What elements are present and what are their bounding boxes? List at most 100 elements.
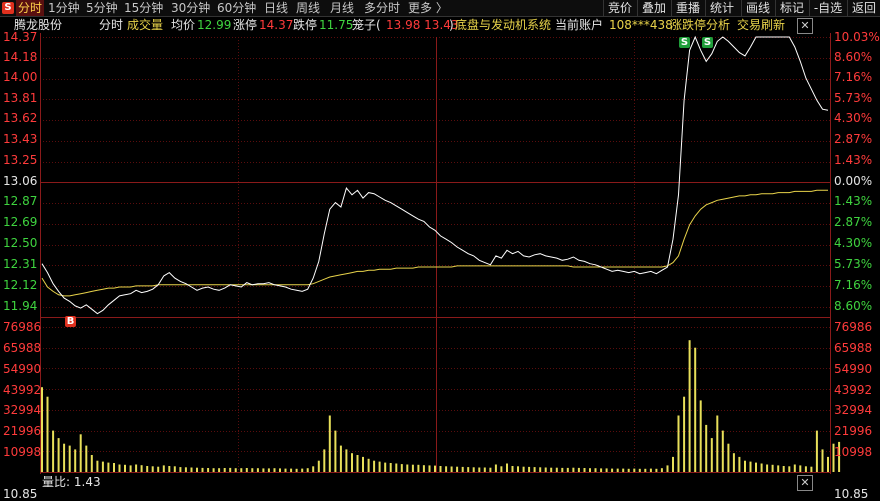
volume-bar (129, 465, 132, 472)
volume-bar (256, 468, 259, 472)
volume-bar (367, 458, 370, 472)
volume-bar (146, 466, 149, 472)
volume-tick: 10998 (834, 445, 873, 459)
price-line (41, 35, 829, 315)
sell-marker[interactable]: S (679, 37, 690, 48)
volume-bar (699, 400, 702, 472)
volume-bar (738, 456, 741, 472)
price-tick: 11.94 (3, 299, 38, 313)
percent-tick: 4.30% (834, 236, 873, 250)
volume-bar (777, 465, 780, 472)
intraday-chart[interactable] (0, 0, 880, 498)
volume-bar (74, 449, 77, 472)
volume-bar (140, 465, 143, 472)
volume-bar (483, 467, 486, 472)
volume-bar (522, 466, 525, 472)
volume-tick: 10998 (3, 445, 42, 459)
volume-bar (804, 466, 807, 472)
volume-bar (478, 467, 481, 472)
volume-bar (218, 468, 221, 472)
volume-bar (517, 466, 519, 472)
volume-bar (539, 467, 542, 472)
volume-bar (810, 466, 813, 472)
volume-bar (384, 462, 387, 472)
volume-bar (600, 468, 603, 472)
volume-ratio-label: 量比: (42, 475, 71, 489)
percent-tick: 1.43% (834, 194, 873, 208)
volume-bar (494, 464, 497, 472)
volume-bar (295, 468, 298, 472)
bottom-scale-value-right: 10.85 (834, 487, 869, 501)
volume-bar (594, 468, 597, 472)
volume-bar (500, 466, 503, 472)
volume-bar (101, 461, 104, 472)
volume-tick: 21996 (834, 424, 873, 438)
percent-tick: 1.43% (834, 153, 873, 167)
buy-marker[interactable]: B (65, 316, 76, 327)
volume-bar (223, 468, 226, 472)
volume-bar (351, 453, 353, 472)
volume-bar (168, 466, 171, 472)
volume-bar (428, 465, 431, 472)
volume-bar (815, 430, 818, 472)
volume-bar (57, 438, 60, 472)
price-tick: 12.69 (3, 215, 38, 229)
volume-bar (41, 387, 43, 472)
volume-bar (124, 464, 126, 472)
volume-tick: 76986 (3, 320, 42, 334)
price-tick: 13.43 (3, 132, 38, 146)
volume-bar (489, 467, 492, 472)
volume-bar (173, 466, 176, 472)
volume-bar (151, 466, 154, 472)
volume-tick: 32994 (834, 403, 873, 417)
chart-grid (40, 33, 831, 474)
volume-bar (622, 468, 625, 472)
volume-bar (212, 468, 215, 472)
volume-bar (262, 468, 265, 472)
price-tick: 14.18 (3, 50, 38, 64)
volume-bar (749, 461, 752, 472)
volume-bar (799, 465, 802, 472)
volume-tick: 54990 (834, 362, 873, 376)
price-tick: 12.50 (3, 236, 38, 250)
percent-tick: 4.30% (834, 111, 873, 125)
volume-bar (544, 467, 547, 472)
volume-tick: 43992 (834, 383, 873, 397)
volume-bar (411, 464, 414, 472)
percent-tick: 7.16% (834, 70, 873, 84)
volume-bar (683, 396, 686, 472)
volume-bar (68, 445, 71, 472)
volume-bar (760, 463, 763, 472)
volume-bar (328, 415, 331, 472)
volume-bar (439, 466, 442, 472)
volume-bar (660, 468, 663, 472)
sell-marker[interactable]: S (702, 37, 713, 48)
volume-tick: 43992 (3, 383, 42, 397)
volume-bar (666, 465, 669, 472)
volume-bar (196, 467, 198, 472)
volume-bar (461, 466, 464, 472)
volume-bar (400, 464, 403, 472)
volume-bar (511, 466, 514, 472)
volume-bar (721, 430, 724, 472)
price-tick: 14.37 (3, 30, 38, 44)
close-indicator-icon[interactable]: ✕ (797, 475, 813, 491)
volume-tick: 21996 (3, 424, 42, 438)
volume-bar (583, 468, 586, 472)
volume-bar (373, 460, 376, 472)
volume-bar (290, 468, 293, 472)
price-tick: 14.00 (3, 70, 38, 84)
percent-tick: 8.60% (834, 50, 873, 64)
volume-tick: 76986 (834, 320, 873, 334)
volume-bar (649, 468, 652, 472)
volume-bar (793, 464, 796, 472)
volume-bar (611, 468, 614, 472)
volume-tick: 32994 (3, 403, 42, 417)
price-tick: 13.62 (3, 111, 38, 125)
volume-tick: 65988 (3, 341, 42, 355)
volume-bar (317, 460, 320, 472)
volume-bar (694, 347, 697, 472)
percent-tick: 5.73% (834, 257, 873, 271)
volume-bar (533, 467, 536, 472)
volume-bar (577, 467, 580, 472)
